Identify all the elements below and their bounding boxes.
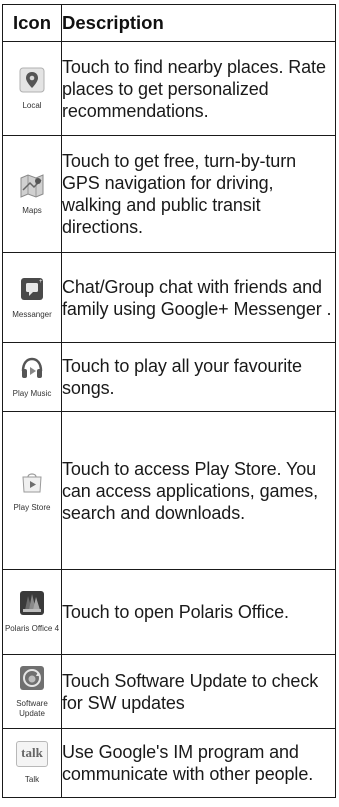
talk-icon: talk: [16, 741, 48, 767]
table-row: Polaris Office 4 Touch to open Polaris O…: [2, 569, 336, 655]
messenger-icon: +: [21, 277, 43, 300]
description-cell: Chat/Group chat with friends and family …: [61, 252, 336, 343]
software-update-icon: [20, 665, 44, 690]
table-row: Play Store Touch to access Play Store. Y…: [2, 411, 336, 570]
description-cell: Touch to access Play Store. You can acce…: [61, 411, 336, 570]
table-header-row: Icon Description: [2, 4, 336, 42]
table-row: Local Touch to find nearby places. Rate …: [2, 41, 336, 136]
icon-caption: Maps: [22, 206, 42, 215]
map-pin-icon: [19, 67, 45, 92]
table-row: talk Talk Use Google's IM program and co…: [2, 728, 336, 798]
icon-cell: talk Talk: [2, 728, 62, 798]
icon-cell: Play Music: [2, 342, 62, 412]
description-cell: Touch Software Update to check for SW up…: [61, 654, 336, 729]
icon-caption: Messanger: [12, 309, 52, 319]
icon-caption: Polaris Office 4: [4, 624, 60, 633]
icon-caption: Play Store: [13, 502, 51, 512]
description-cell: Touch to get free, turn-by-turn GPS navi…: [61, 135, 336, 253]
description-cell: Touch to find nearby places. Rate places…: [61, 41, 336, 136]
headphones-icon: [21, 357, 43, 378]
icon-caption: Play Music: [12, 389, 52, 398]
icon-column-header: Icon: [2, 4, 62, 42]
play-store-icon: [22, 472, 42, 492]
polaris-office-icon: [20, 591, 44, 615]
icon-caption: Software Update: [16, 698, 48, 718]
icon-cell: Maps: [2, 135, 62, 253]
icon-cell: Play Store: [2, 411, 62, 570]
table-row: Play Music Touch to play all your favour…: [2, 342, 336, 412]
icon-caption: Talk: [24, 775, 40, 784]
app-icon-table: Icon Description Local Touch to find nea…: [2, 4, 336, 798]
description-cell: Touch to open Polaris Office.: [61, 569, 336, 655]
description-cell: Use Google's IM program and communicate …: [61, 728, 336, 798]
table-row: Maps Touch to get free, turn-by-turn GPS…: [2, 135, 336, 253]
table-row: + Messanger Chat/Group chat with friends…: [2, 252, 336, 343]
icon-cell: + Messanger: [2, 252, 62, 343]
maps-icon: [20, 174, 44, 198]
svg-text:+: +: [39, 279, 43, 285]
table-row: Software Update Touch Software Update to…: [2, 654, 336, 729]
icon-cell: Local: [2, 41, 62, 136]
icon-cell: Software Update: [2, 654, 62, 729]
icon-cell: Polaris Office 4: [2, 569, 62, 655]
description-cell: Touch to play all your favourite songs.: [61, 342, 336, 412]
description-column-header: Description: [61, 4, 336, 42]
icon-caption: Local: [22, 100, 42, 110]
